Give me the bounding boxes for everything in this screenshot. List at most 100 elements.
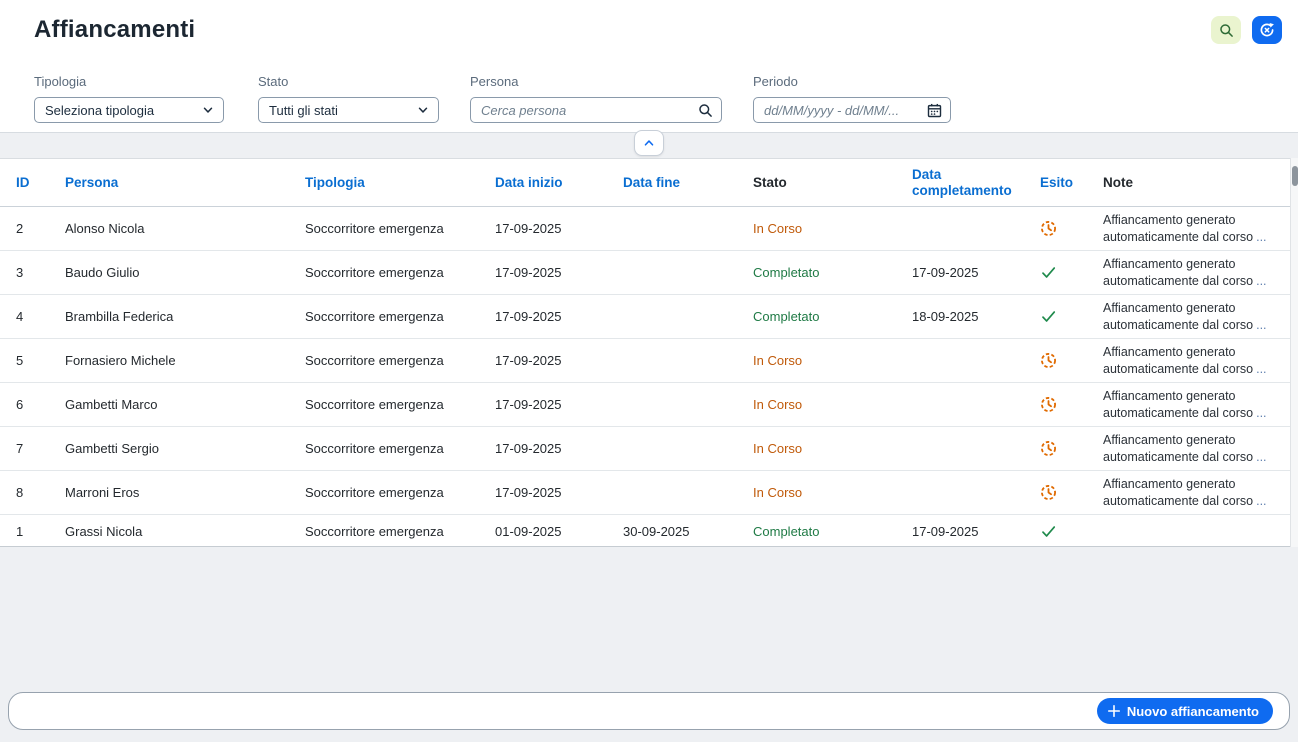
persona-search-input[interactable] bbox=[481, 103, 698, 118]
cell-data-completamento: 17-09-2025 bbox=[896, 515, 1024, 547]
column-header-data_fine[interactable]: Data fine bbox=[607, 159, 737, 206]
cell-data-completamento bbox=[896, 427, 1024, 470]
cell-data-inizio: 17-09-2025 bbox=[479, 339, 607, 382]
cell-note: Affiancamento generato automaticamente d… bbox=[1087, 207, 1290, 250]
chevron-down-icon bbox=[416, 103, 430, 117]
cell-tipologia: Soccorritore emergenza bbox=[289, 427, 479, 470]
cell-data-fine: 30-09-2025 bbox=[607, 515, 737, 547]
note-more-link[interactable]: ... bbox=[1256, 362, 1266, 376]
table-scrollbar[interactable] bbox=[1290, 158, 1298, 547]
search-icon[interactable] bbox=[698, 103, 713, 118]
table-row[interactable]: 7 Gambetti Sergio Soccorritore emergenza… bbox=[0, 427, 1290, 471]
cell-esito bbox=[1024, 207, 1087, 250]
cell-tipologia: Soccorritore emergenza bbox=[289, 207, 479, 250]
cell-id: 3 bbox=[0, 251, 49, 294]
table-row[interactable]: 4 Brambilla Federica Soccorritore emerge… bbox=[0, 295, 1290, 339]
cell-esito bbox=[1024, 295, 1087, 338]
pending-icon bbox=[1040, 440, 1057, 457]
note-more-link[interactable]: ... bbox=[1256, 274, 1266, 288]
cell-id: 1 bbox=[0, 515, 49, 547]
column-header-data_inizio[interactable]: Data inizio bbox=[479, 159, 607, 206]
filter-persona: Persona bbox=[470, 74, 722, 123]
note-more-link[interactable]: ... bbox=[1256, 450, 1266, 464]
cell-data-fine bbox=[607, 295, 737, 338]
filter-tipologia: Tipologia Seleziona tipologia bbox=[34, 74, 224, 123]
cell-data-completamento bbox=[896, 207, 1024, 250]
cell-data-inizio: 17-09-2025 bbox=[479, 471, 607, 514]
note-text: Affiancamento generato automaticamente d… bbox=[1103, 301, 1253, 331]
success-icon bbox=[1040, 308, 1057, 325]
cell-persona: Gambetti Sergio bbox=[49, 427, 289, 470]
cell-id: 4 bbox=[0, 295, 49, 338]
affiancamenti-table: IDPersonaTipologiaData inizioData fineSt… bbox=[0, 158, 1290, 547]
periodo-label: Periodo bbox=[753, 74, 951, 89]
nuovo-affiancamento-label: Nuovo affiancamento bbox=[1127, 704, 1259, 719]
column-header-esito[interactable]: Esito bbox=[1024, 159, 1087, 206]
column-header-tipologia[interactable]: Tipologia bbox=[289, 159, 479, 206]
cell-persona: Brambilla Federica bbox=[49, 295, 289, 338]
cell-data-completamento bbox=[896, 339, 1024, 382]
cell-esito bbox=[1024, 427, 1087, 470]
cell-persona: Alonso Nicola bbox=[49, 207, 289, 250]
cell-data-fine bbox=[607, 427, 737, 470]
tipologia-selected-value: Seleziona tipologia bbox=[45, 103, 201, 118]
cell-data-completamento: 17-09-2025 bbox=[896, 251, 1024, 294]
cell-data-inizio: 17-09-2025 bbox=[479, 295, 607, 338]
table-row[interactable]: 6 Gambetti Marco Soccorritore emergenza … bbox=[0, 383, 1290, 427]
cell-stato: Completato bbox=[737, 251, 896, 294]
cell-tipologia: Soccorritore emergenza bbox=[289, 471, 479, 514]
table-row[interactable]: 5 Fornasiero Michele Soccorritore emerge… bbox=[0, 339, 1290, 383]
table-row[interactable]: 8 Marroni Eros Soccorritore emergenza 17… bbox=[0, 471, 1290, 515]
cell-stato: In Corso bbox=[737, 383, 896, 426]
periodo-date-range-input[interactable] bbox=[764, 103, 927, 118]
cell-note: Affiancamento generato automaticamente d… bbox=[1087, 339, 1290, 382]
stato-select[interactable]: Tutti gli stati bbox=[258, 97, 439, 123]
table-row[interactable]: 1 Grassi Nicola Soccorritore emergenza 0… bbox=[0, 515, 1290, 547]
reset-filters-button[interactable] bbox=[1252, 16, 1282, 44]
column-header-note: Note bbox=[1087, 159, 1290, 206]
search-button[interactable] bbox=[1211, 16, 1241, 44]
cell-data-inizio: 17-09-2025 bbox=[479, 207, 607, 250]
cell-data-fine bbox=[607, 207, 737, 250]
cell-id: 6 bbox=[0, 383, 49, 426]
calendar-icon[interactable] bbox=[927, 103, 942, 118]
note-text: Affiancamento generato automaticamente d… bbox=[1103, 433, 1253, 463]
page-header: Affiancamenti bbox=[0, 0, 1298, 60]
cell-data-inizio: 17-09-2025 bbox=[479, 427, 607, 470]
header-actions bbox=[1211, 16, 1282, 44]
nuovo-affiancamento-button[interactable]: Nuovo affiancamento bbox=[1097, 698, 1273, 724]
persona-label: Persona bbox=[470, 74, 722, 89]
scrollbar-thumb[interactable] bbox=[1292, 166, 1298, 186]
table-row[interactable]: 3 Baudo Giulio Soccorritore emergenza 17… bbox=[0, 251, 1290, 295]
cell-stato: In Corso bbox=[737, 471, 896, 514]
cell-esito bbox=[1024, 251, 1087, 294]
cell-id: 2 bbox=[0, 207, 49, 250]
cell-esito bbox=[1024, 339, 1087, 382]
cell-persona: Marroni Eros bbox=[49, 471, 289, 514]
pending-icon bbox=[1040, 484, 1057, 501]
column-header-persona[interactable]: Persona bbox=[49, 159, 289, 206]
collapse-filters-button[interactable] bbox=[634, 130, 664, 156]
cell-persona: Fornasiero Michele bbox=[49, 339, 289, 382]
cell-id: 7 bbox=[0, 427, 49, 470]
column-header-data_completamento[interactable]: Data completamento bbox=[896, 159, 1024, 206]
success-icon bbox=[1040, 264, 1057, 281]
cell-tipologia: Soccorritore emergenza bbox=[289, 515, 479, 547]
note-more-link[interactable]: ... bbox=[1256, 318, 1266, 332]
cell-data-inizio: 17-09-2025 bbox=[479, 383, 607, 426]
filter-panel: Tipologia Seleziona tipologia Stato Tutt… bbox=[0, 60, 1298, 133]
note-more-link[interactable]: ... bbox=[1256, 494, 1266, 508]
tipologia-select[interactable]: Seleziona tipologia bbox=[34, 97, 224, 123]
column-header-id[interactable]: ID bbox=[0, 159, 49, 206]
note-more-link[interactable]: ... bbox=[1256, 230, 1266, 244]
cell-stato: In Corso bbox=[737, 207, 896, 250]
affiancamenti-page: Affiancamenti Tipologia Seleziona tipolo… bbox=[0, 0, 1298, 742]
footer-toolbar: Nuovo affiancamento bbox=[8, 692, 1290, 730]
cell-stato: In Corso bbox=[737, 427, 896, 470]
cell-data-completamento bbox=[896, 383, 1024, 426]
note-more-link[interactable]: ... bbox=[1256, 406, 1266, 420]
cell-tipologia: Soccorritore emergenza bbox=[289, 251, 479, 294]
table-row[interactable]: 2 Alonso Nicola Soccorritore emergenza 1… bbox=[0, 207, 1290, 251]
note-text: Affiancamento generato automaticamente d… bbox=[1103, 345, 1253, 375]
cell-tipologia: Soccorritore emergenza bbox=[289, 295, 479, 338]
